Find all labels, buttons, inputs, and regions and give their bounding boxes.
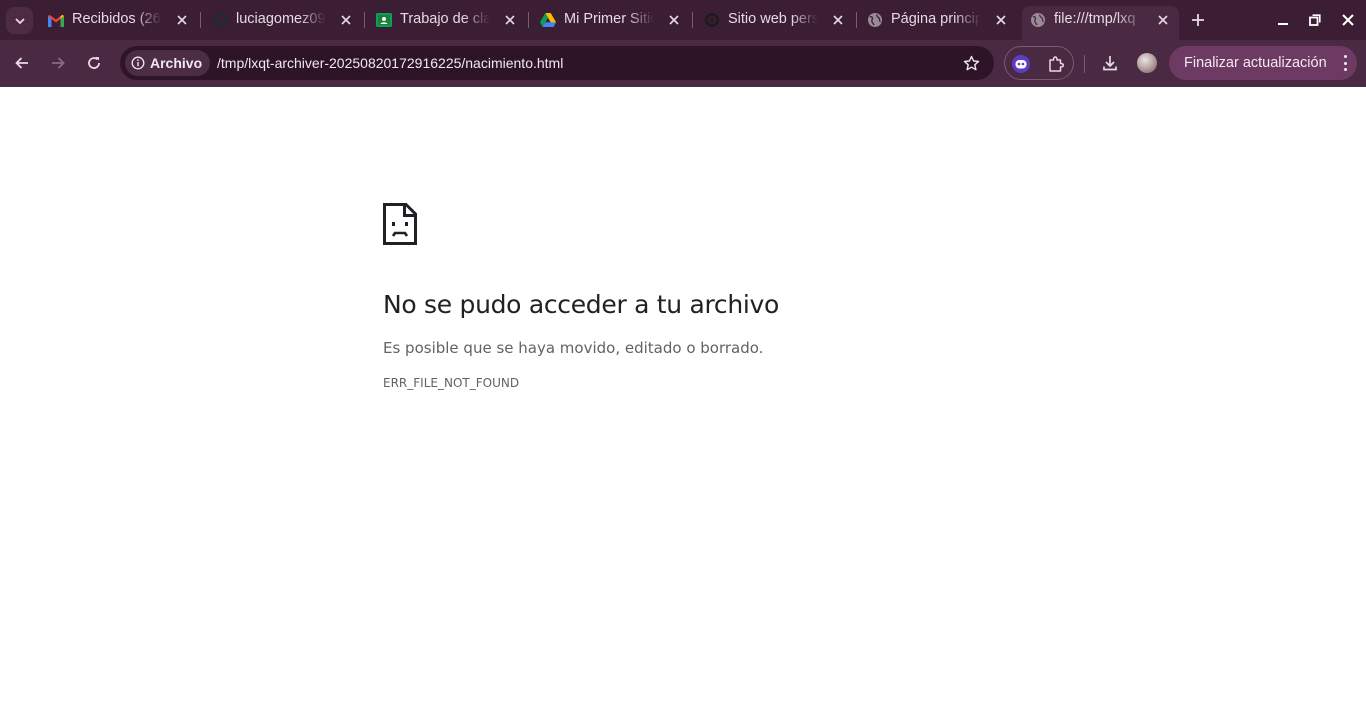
tab-active-file[interactable]: file:///tmp/lxq [1022, 6, 1179, 40]
tab-divider [856, 12, 857, 28]
finish-update-button[interactable]: Finalizar actualización [1169, 46, 1357, 80]
close-icon[interactable] [339, 13, 353, 27]
close-icon[interactable] [503, 13, 517, 27]
sad-file-icon [383, 203, 417, 245]
error-title: No se pudo acceder a tu archivo [383, 290, 780, 319]
reload-button[interactable] [81, 50, 107, 76]
tab-github[interactable]: luciagomez09 [212, 6, 362, 34]
back-button[interactable] [9, 50, 35, 76]
classroom-icon [376, 12, 392, 28]
tab-strip: Recibidos (26 luciagomez09 Trabajo de cl… [0, 0, 1366, 40]
arrow-left-icon [15, 57, 28, 69]
close-icon[interactable] [831, 13, 845, 27]
url-text[interactable]: /tmp/lxqt-archiver-20250820172916225/nac… [217, 55, 563, 71]
info-icon [131, 56, 145, 70]
tab-drive[interactable]: Mi Primer Sitio [540, 6, 690, 34]
tab-divider [692, 12, 693, 28]
tab-title: Sitio web pers [728, 11, 818, 27]
toolbar-divider [1084, 55, 1085, 73]
close-icon [1342, 14, 1354, 26]
tab-title: file:///tmp/lxq [1054, 11, 1136, 27]
close-icon[interactable] [1156, 13, 1170, 27]
more-vert-icon[interactable] [1343, 55, 1347, 71]
tab-divider [364, 12, 365, 28]
tab-classroom[interactable]: Trabajo de cla [376, 6, 526, 34]
bookmark-star-icon[interactable] [962, 54, 980, 72]
drive-icon [540, 12, 556, 28]
forward-button[interactable] [45, 50, 71, 76]
tab-title: Trabajo de cla [400, 11, 490, 27]
close-icon[interactable] [994, 13, 1008, 27]
close-icon[interactable] [667, 13, 681, 27]
tab-gmail[interactable]: Recibidos (26 [48, 6, 198, 34]
tab-divider [200, 12, 201, 28]
globe-icon [1030, 12, 1046, 28]
minimize-icon [1278, 23, 1288, 25]
close-icon[interactable] [175, 13, 189, 27]
profile-avatar[interactable] [1137, 53, 1157, 73]
tab-pagina-principal[interactable]: Página princip [867, 6, 1017, 34]
openai-icon [704, 12, 720, 28]
new-tab-button[interactable] [1187, 9, 1209, 31]
restore-button[interactable] [1305, 10, 1325, 30]
download-icon[interactable] [1099, 52, 1121, 74]
update-button-label: Finalizar actualización [1184, 55, 1327, 71]
error-code: ERR_FILE_NOT_FOUND [383, 376, 520, 390]
error-description: Es posible que se haya movido, editado o… [383, 339, 764, 357]
close-window-button[interactable] [1338, 10, 1358, 30]
site-info-chip[interactable]: Archivo [125, 50, 211, 76]
chevron-down-icon [14, 17, 25, 24]
github-icon [212, 12, 228, 28]
gmail-icon [48, 12, 64, 28]
plus-icon [1192, 14, 1204, 26]
site-chip-label: Archivo [150, 55, 203, 71]
globe-icon [867, 12, 883, 28]
extensions-group [1004, 46, 1074, 80]
puzzle-extensions-icon[interactable] [1046, 54, 1066, 74]
minimize-button[interactable] [1273, 10, 1293, 30]
tab-title: Mi Primer Sitio [564, 11, 654, 27]
reload-icon [88, 57, 100, 69]
address-bar[interactable]: Archivo /tmp/lxqt-archiver-2025082017291… [120, 46, 994, 80]
ghost-extension-icon[interactable] [1011, 54, 1031, 74]
tab-divider [528, 12, 529, 28]
arrow-right-icon [52, 57, 65, 69]
toolbar: Archivo /tmp/lxqt-archiver-2025082017291… [0, 40, 1366, 87]
tab-title: Página princip [891, 11, 981, 27]
tab-title: luciagomez09 [236, 11, 326, 27]
tab-search-button[interactable] [6, 7, 33, 34]
restore-icon [1309, 14, 1321, 26]
tab-chatgpt[interactable]: Sitio web pers [704, 6, 854, 34]
tab-title: Recibidos (26 [72, 11, 161, 27]
